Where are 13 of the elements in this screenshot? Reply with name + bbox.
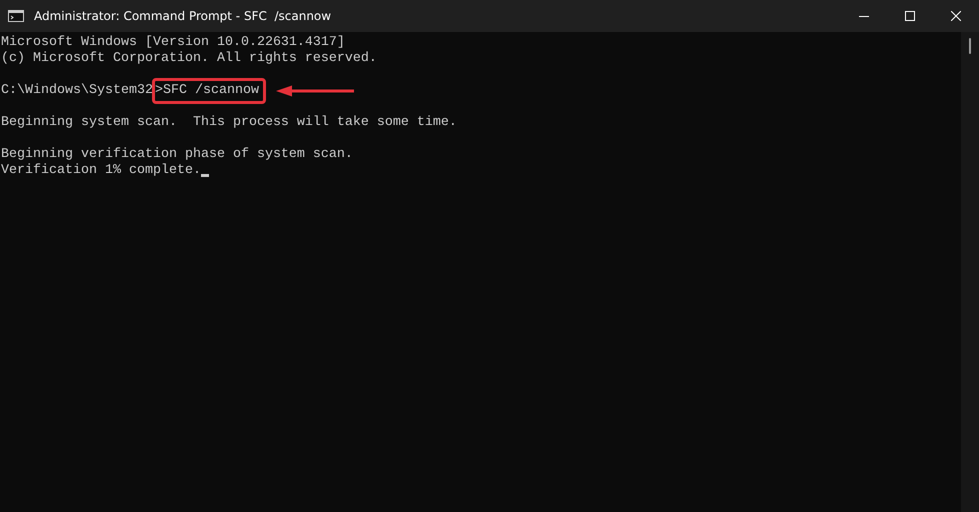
- command-prompt: C:\Windows\System32: [1, 83, 153, 99]
- maximize-icon: [905, 11, 915, 21]
- console-line: Beginning system scan. This process will take some time.: [1, 115, 457, 131]
- arrow-icon: [276, 85, 354, 97]
- console-app-icon: [8, 10, 24, 22]
- scrollbar[interactable]: [961, 32, 979, 512]
- console-line: Microsoft Windows [Version 10.0.22631.4317]: [1, 35, 345, 51]
- console-line: Verification 1% complete.: [1, 163, 201, 179]
- typed-command: >SFC /scannow: [152, 78, 266, 104]
- console-line: Beginning verification phase of system scan.: [1, 147, 353, 163]
- window-title: Administrator: Command Prompt - SFC /scannow: [34, 9, 332, 23]
- close-icon: [951, 11, 961, 21]
- console-line: (c) Microsoft Corporation. All rights reserved.: [1, 51, 377, 67]
